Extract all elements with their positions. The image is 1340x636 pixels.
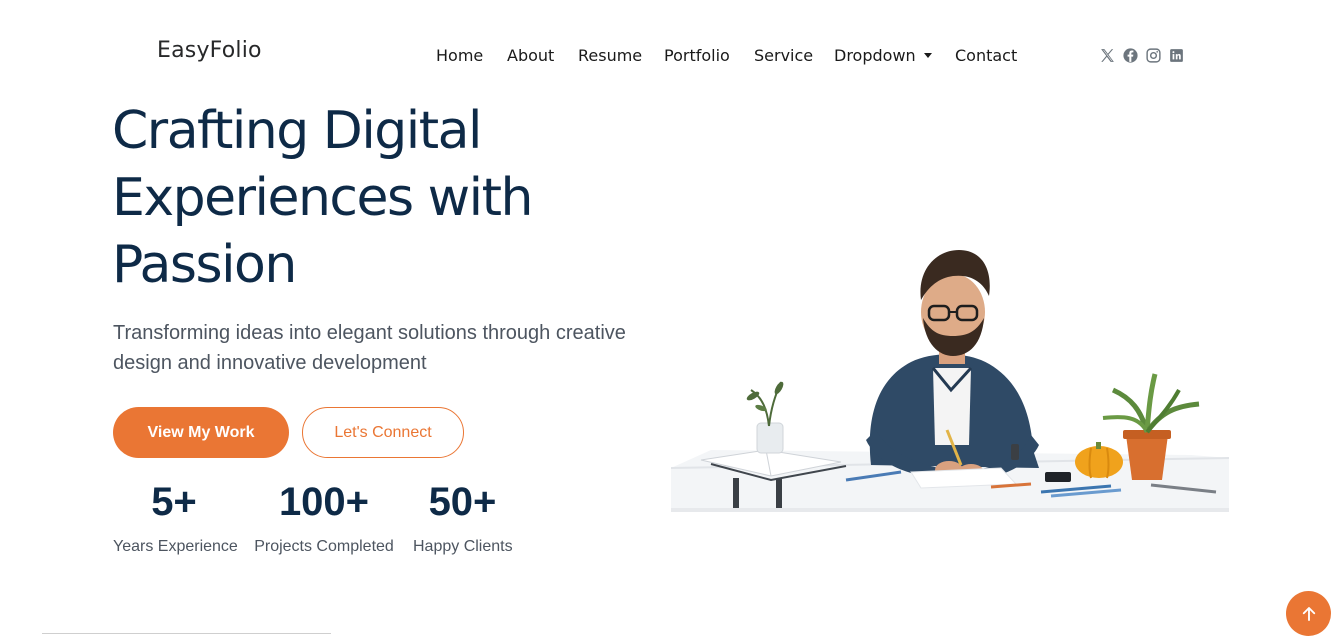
facebook-icon[interactable] <box>1122 47 1139 64</box>
x-icon[interactable] <box>1099 47 1116 64</box>
nav-home[interactable]: Home <box>436 46 483 65</box>
hero-illustration <box>671 240 1229 512</box>
view-my-work-button[interactable]: View My Work <box>113 407 289 458</box>
nav-contact[interactable]: Contact <box>955 46 1017 65</box>
hero-subtitle: Transforming ideas into elegant solution… <box>113 322 626 374</box>
stat-happy-clients: 50+ Happy Clients <box>413 478 513 556</box>
stat-value: 50+ <box>428 480 497 524</box>
caret-down-icon <box>923 53 932 58</box>
scroll-top-button[interactable] <box>1286 591 1331 636</box>
stat-label: Projects Completed <box>254 538 394 555</box>
stat-value: 100+ <box>278 480 370 524</box>
stat-value: 5+ <box>151 480 197 524</box>
lets-connect-button[interactable]: Let's Connect <box>302 407 464 458</box>
nav-portfolio[interactable]: Portfolio <box>664 46 730 65</box>
linkedin-icon[interactable] <box>1168 47 1185 64</box>
stat-years-experience: 5+ Years Experience <box>113 478 238 556</box>
site-logo[interactable]: EasyFolio <box>157 38 262 63</box>
nav-about[interactable]: About <box>507 46 554 65</box>
nav-dropdown[interactable]: Dropdown <box>834 46 932 65</box>
nav-resume[interactable]: Resume <box>578 46 642 65</box>
social-links <box>1099 47 1185 64</box>
bottom-divider <box>42 633 331 634</box>
hero-title: Crafting Digital Experiences with Passio… <box>112 101 533 295</box>
instagram-icon[interactable] <box>1145 47 1162 64</box>
stat-projects-completed: 100+ Projects Completed <box>254 478 394 556</box>
stat-label: Happy Clients <box>413 538 513 555</box>
arrow-up-icon <box>1302 606 1315 621</box>
nav-dropdown-label: Dropdown <box>834 46 916 65</box>
nav-service[interactable]: Service <box>754 46 813 65</box>
stat-label: Years Experience <box>113 538 238 555</box>
